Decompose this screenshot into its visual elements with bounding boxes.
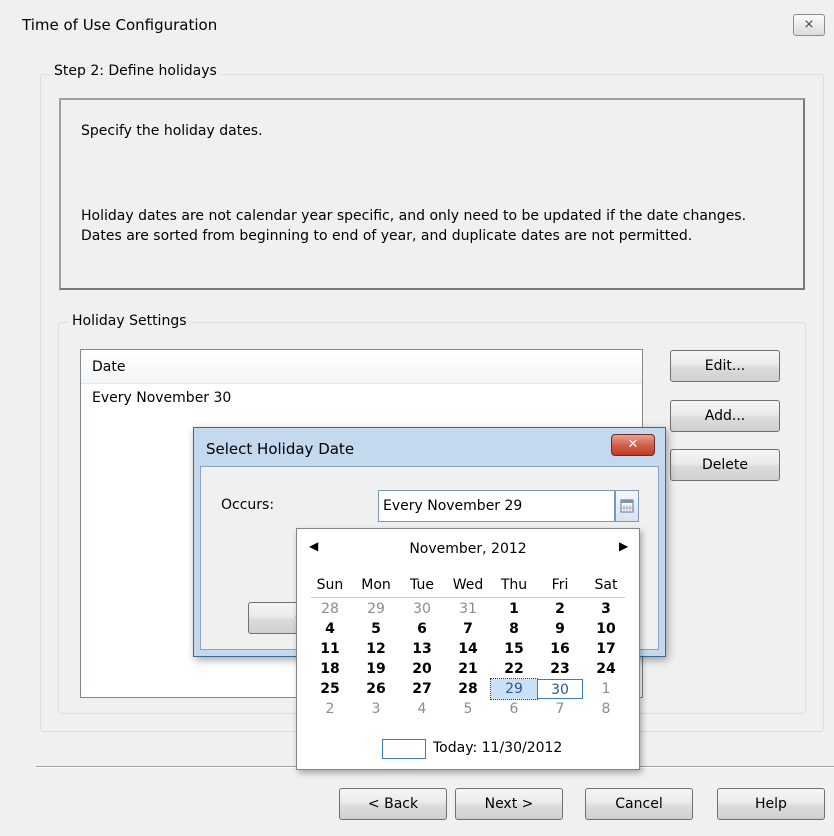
dialog-title: Select Holiday Date [206,440,355,458]
list-header-date[interactable]: Date [81,350,642,384]
help-button-label: Help [755,796,787,812]
instruction-text: Specify the holiday dates. [81,123,263,139]
calendar-day[interactable]: 3 [353,699,399,719]
calendar-day[interactable]: 31 [445,599,491,619]
calendar-day[interactable]: 25 [307,679,353,699]
occurs-field-value: Every November 29 [383,498,523,514]
calendar-day[interactable]: 7 [537,699,583,719]
weekday-label: Fri [551,577,569,593]
calendar-day[interactable]: 8 [583,699,629,719]
calendar-dropdown-button[interactable] [615,490,639,522]
close-icon: ✕ [627,437,639,452]
next-button[interactable]: Next > [455,788,563,820]
add-button[interactable]: Add... [670,400,780,432]
list-item[interactable]: Every November 30 [81,385,642,413]
next-month-arrow-icon[interactable]: ▶ [619,539,628,553]
calendar-month-label[interactable]: November, 2012 [297,541,639,557]
calendar-day[interactable]: 22 [491,659,537,679]
holiday-settings-label: Holiday Settings [68,313,191,329]
calendar-day[interactable]: 2 [537,599,583,619]
calendar-day-today[interactable]: 30 [537,679,583,699]
list-item-label: Every November 30 [92,390,232,406]
month-calendar-popup: ◀ November, 2012 ▶ Sun Mon Tue Wed Thu Fri Sat… [296,528,640,770]
calendar-day[interactable]: 8 [491,619,537,639]
calendar-day[interactable]: 11 [307,639,353,659]
cancel-button-label: Cancel [615,796,663,812]
calendar-day[interactable]: 21 [445,659,491,679]
calendar-day[interactable]: 5 [445,699,491,719]
calendar-day[interactable]: 29 [353,599,399,619]
weekday-separator [311,597,625,598]
calendar-day[interactable]: 24 [583,659,629,679]
instructions-panel: Specify the holiday dates. Holiday dates… [59,98,805,290]
calendar-icon [620,499,634,513]
calendar-day[interactable]: 9 [537,619,583,639]
calendar-day[interactable]: 6 [491,699,537,719]
calendar-day[interactable]: 4 [307,619,353,639]
weekday-label: Sat [594,577,618,593]
calendar-day[interactable]: 4 [399,699,445,719]
close-icon: ⨯ [803,17,815,32]
calendar-day[interactable]: 15 [491,639,537,659]
calendar-day-selected[interactable]: 29 [490,678,538,700]
back-button-label: < Back [367,796,419,812]
calendar-day[interactable]: 18 [307,659,353,679]
note-line-2: Dates are sorted from beginning to end o… [81,228,693,244]
calendar-day[interactable]: 6 [399,619,445,639]
step-group-label: Step 2: Define holidays [50,63,221,79]
weekday-label: Wed [452,577,484,593]
note-line-1: Holiday dates are not calendar year spec… [81,208,747,224]
delete-button-label: Delete [702,457,748,473]
calendar-day[interactable]: 23 [537,659,583,679]
weekday-label: Tue [410,577,434,593]
window-titlebar: Time of Use Configuration ⨯ [0,0,834,54]
calendar-day[interactable]: 28 [307,599,353,619]
calendar-day[interactable]: 7 [445,619,491,639]
back-button[interactable]: < Back [339,788,447,820]
calendar-day[interactable]: 12 [353,639,399,659]
calendar-day[interactable]: 30 [399,599,445,619]
calendar-day[interactable]: 14 [445,639,491,659]
window-close-button[interactable]: ⨯ [793,14,825,36]
weekday-label: Mon [361,577,391,593]
calendar-day[interactable]: 13 [399,639,445,659]
next-button-label: Next > [484,796,534,812]
edit-button-label: Edit... [704,358,746,374]
calendar-day[interactable]: 26 [353,679,399,699]
occurs-label: Occurs: [221,497,275,513]
weekday-label: Thu [500,577,528,593]
calendar-day[interactable]: 19 [353,659,399,679]
calendar-day[interactable]: 10 [583,619,629,639]
calendar-day[interactable]: 27 [399,679,445,699]
weekday-header-row: Sun Mon Tue Wed Thu Fri Sat [297,577,639,597]
window-title: Time of Use Configuration [22,16,218,34]
column-header-label: Date [92,359,126,375]
calendar-day[interactable]: 5 [353,619,399,639]
delete-button[interactable]: Delete [670,449,780,481]
today-link[interactable]: Today: 11/30/2012 [433,740,562,756]
add-button-label: Add... [704,408,746,424]
calendar-day[interactable]: 1 [583,679,629,699]
calendar-day[interactable]: 20 [399,659,445,679]
calendar-day[interactable]: 2 [307,699,353,719]
calendar-day[interactable]: 1 [491,599,537,619]
edit-button[interactable]: Edit... [670,350,780,382]
occurs-field[interactable]: Every November 29 [378,490,615,522]
cancel-button[interactable]: Cancel [585,788,693,820]
dialog-close-button[interactable]: ✕ [611,434,655,456]
calendar-day[interactable]: 17 [583,639,629,659]
calendar-day[interactable]: 28 [445,679,491,699]
calendar-day[interactable]: 3 [583,599,629,619]
calendar-day[interactable]: 16 [537,639,583,659]
today-indicator-box[interactable] [382,739,426,759]
weekday-label: Sun [316,577,344,593]
help-button[interactable]: Help [717,788,825,820]
